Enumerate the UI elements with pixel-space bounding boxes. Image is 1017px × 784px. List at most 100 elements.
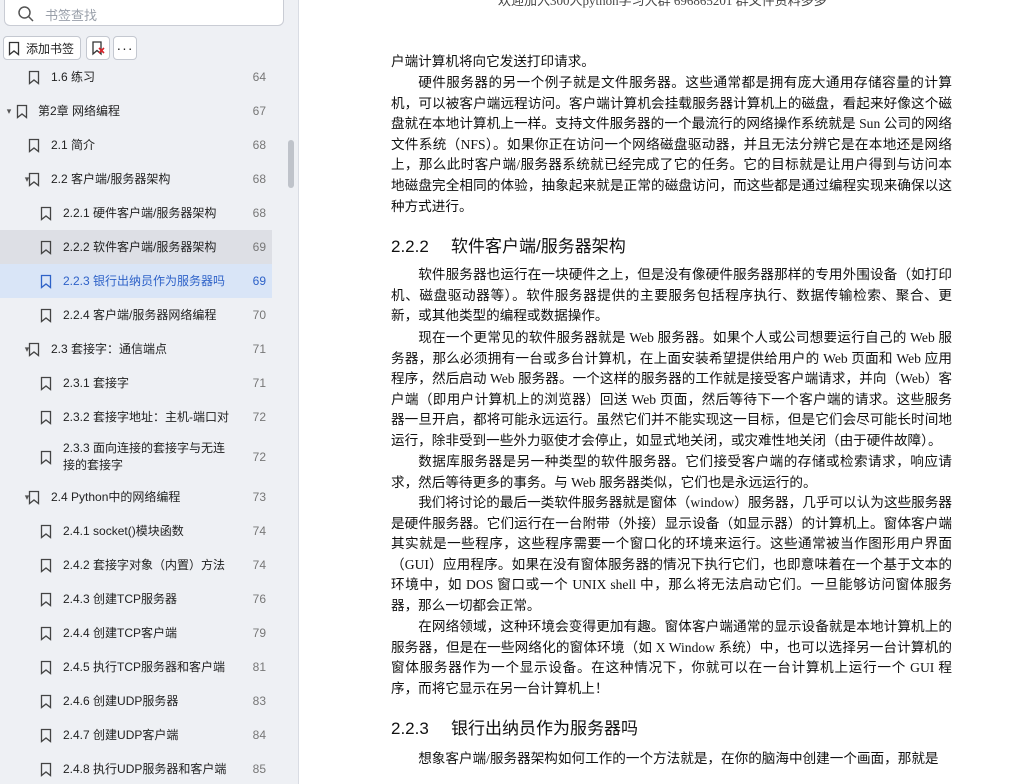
outline-item-label: 2.3.2 套接字地址：主机-端口对 [63,409,230,424]
outline-item-page: 71 [252,342,266,356]
outline-item[interactable]: 2.2.3 银行出纳员作为服务器吗 69 [0,264,272,298]
outline-item-label: 2.2 客户端/服务器架构 [51,171,171,186]
outline-item[interactable]: 2.3.1 套接字 71 [0,366,272,400]
outline-item[interactable]: ▾ 2.3 套接字：通信端点 71 [0,332,272,366]
search-icon [18,6,34,22]
section-heading: 2.2.2 软件客户端/服务器架构 [391,232,952,257]
outline-item-label: 1.6 练习 [51,69,96,84]
bookmark-icon [40,762,52,777]
bookmark-icon [28,342,40,357]
delete-bookmark-button[interactable] [86,36,110,60]
bookmark-search-input[interactable]: 书签查找 [4,0,284,26]
bookmark-icon [40,592,52,607]
paragraph: 现在一个更常见的软件服务器就是 Web 服务器。如果个人或公司想要运行自己的 W… [391,330,952,448]
outline-item-label: 2.2.4 客户端/服务器网络编程 [63,307,217,322]
outline-item[interactable]: 2.4.7 创建UDP客户端 84 [0,718,272,752]
expand-caret-icon[interactable]: ▾ [4,106,14,117]
outline-item[interactable]: ▾ 2.2 客户端/服务器架构 68 [0,162,272,196]
sidebar-scrollbar-thumb[interactable] [288,140,294,188]
outline-item-page: 72 [252,410,266,424]
bookmark-icon [40,274,52,289]
add-bookmark-button[interactable]: 添加书签 [3,36,81,60]
paragraph: 在网络领域，这种环境会变得更加有趣。窗体客户端通常的显示设备就是本地计算机上的服… [391,619,952,696]
outline-item[interactable]: 2.2.1 硬件客户端/服务器架构 68 [0,196,272,230]
section-number: 2.2.3 [391,719,429,738]
outline-item[interactable]: 2.4.5 执行TCP服务器和客户端 81 [0,650,272,684]
outline-item-page: 69 [252,274,266,288]
more-options-button[interactable]: ··· [113,36,137,60]
bookmark-icon [28,172,40,187]
outline-item-label: 2.4.7 创建UDP客户端 [63,727,179,742]
outline-item-label: 2.4.1 socket()模块函数 [63,523,184,538]
outline-item-label: 2.4.4 创建TCP客户端 [63,625,178,640]
outline-item[interactable]: ▾ 第2章 网络编程 67 [0,94,272,128]
outline-item-label: 2.2.2 软件客户端/服务器架构 [63,239,217,254]
outline-item-page: 74 [252,558,266,572]
outline-item-page: 84 [252,728,266,742]
paragraph: 户端计算机将向它发送打印请求。 [391,54,595,69]
bookmark-icon [28,70,40,85]
page-running-header: 欢迎加入300人python学习大群 696865201 群文件资料多多 [498,0,827,8]
outline-item-label: 2.3 套接字：通信端点 [51,341,168,356]
bookmark-icon [16,104,28,119]
outline-item[interactable]: 2.4.1 socket()模块函数 74 [0,514,272,548]
outline-item-label: 2.2.1 硬件客户端/服务器架构 [63,205,217,220]
bookmark-icon [40,410,52,425]
bookmark-sidebar: 书签查找 添加书签 ··· 1.6 练习 64 ▾ 第2章 网络编程 67 2.1 简介 6… [0,0,299,784]
paragraph: 软件服务器也运行在一块硬件之上，但是没有像硬件服务器那样的专用外围设备（如打印机… [391,267,952,324]
outline-item-page: 81 [252,660,266,674]
outline-item[interactable]: 2.4.8 执行UDP服务器和客户端 85 [0,752,272,784]
outline-item-label: 2.4.2 套接字对象（内置）方法 [63,557,226,572]
outline-item[interactable]: 1.6 练习 64 [0,62,272,94]
bookmark-toolbar: 添加书签 ··· [0,34,298,64]
section-number: 2.2.2 [391,237,429,256]
outline-item-page: 73 [252,490,266,504]
paragraph: 硬件服务器的另一个例子就是文件服务器。这些通常都是拥有庞大通用存储容量的计算机，… [391,75,952,214]
outline-item-label: 2.3.1 套接字 [63,375,130,390]
outline-item[interactable]: 2.3.2 套接字地址：主机-端口对 72 [0,400,272,434]
outline-item-label: 2.4.8 执行UDP服务器和客户端 [63,761,227,776]
outline-item-page: 83 [252,694,266,708]
section-heading: 2.2.3 银行出纳员作为服务器吗 [391,714,952,739]
section-title: 软件客户端/服务器架构 [451,237,626,256]
outline-item-page: 71 [252,376,266,390]
add-bookmark-label: 添加书签 [26,41,75,56]
outline-item[interactable]: 2.4.4 创建TCP客户端 79 [0,616,272,650]
bookmark-icon [28,138,40,153]
outline-item-label: 2.2.3 银行出纳员作为服务器吗 [63,273,226,288]
outline-item-label: 2.1 简介 [51,137,96,152]
bookmark-icon [40,450,52,465]
more-icon: ··· [116,40,134,56]
bookmark-outline: 1.6 练习 64 ▾ 第2章 网络编程 67 2.1 简介 68 ▾ 2.2 客户端/服务器架… [0,62,298,784]
outline-item-page: 70 [252,308,266,322]
outline-item[interactable]: 2.4.6 创建UDP服务器 83 [0,684,272,718]
outline-item-page: 68 [252,172,266,186]
outline-item[interactable]: 2.4.2 套接字对象（内置）方法 74 [0,548,272,582]
outline-item[interactable]: 2.2.2 软件客户端/服务器架构 69 [0,230,272,264]
outline-item[interactable]: 2.2.4 客户端/服务器网络编程 70 [0,298,272,332]
outline-item-page: 67 [252,104,266,118]
section-title: 银行出纳员作为服务器吗 [451,719,638,738]
outline-item-page: 68 [252,138,266,152]
bookmark-icon [40,728,52,743]
outline-item-page: 68 [252,206,266,220]
outline-item-page: 64 [252,70,266,84]
bookmark-icon [40,376,52,391]
outline-item-label: 2.4 Python中的网络编程 [51,489,181,504]
outline-item-label: 2.4.3 创建TCP服务器 [63,591,178,606]
outline-item-page: 69 [252,240,266,254]
outline-item-page: 74 [252,524,266,538]
outline-item[interactable]: 2.1 简介 68 [0,128,272,162]
bookmark-icon [40,660,52,675]
paragraph: 想象客户端/服务器架构如何工作的一个方法就是，在你的脑海中创建一个画面，那就是 [418,751,939,766]
outline-item[interactable]: ▾ 2.4 Python中的网络编程 73 [0,480,272,514]
bookmark-icon [40,240,52,255]
bookmark-icon [28,490,40,505]
outline-item-page: 76 [252,592,266,606]
outline-item-page: 79 [252,626,266,640]
outline-item[interactable]: 2.3.3 面向连接的套接字与无连接的套接字 72 [0,434,272,480]
outline-item-label: 2.4.6 创建UDP服务器 [63,693,179,708]
bookmark-icon [40,308,52,323]
bookmark-icon [40,626,52,641]
outline-item[interactable]: 2.4.3 创建TCP服务器 76 [0,582,272,616]
